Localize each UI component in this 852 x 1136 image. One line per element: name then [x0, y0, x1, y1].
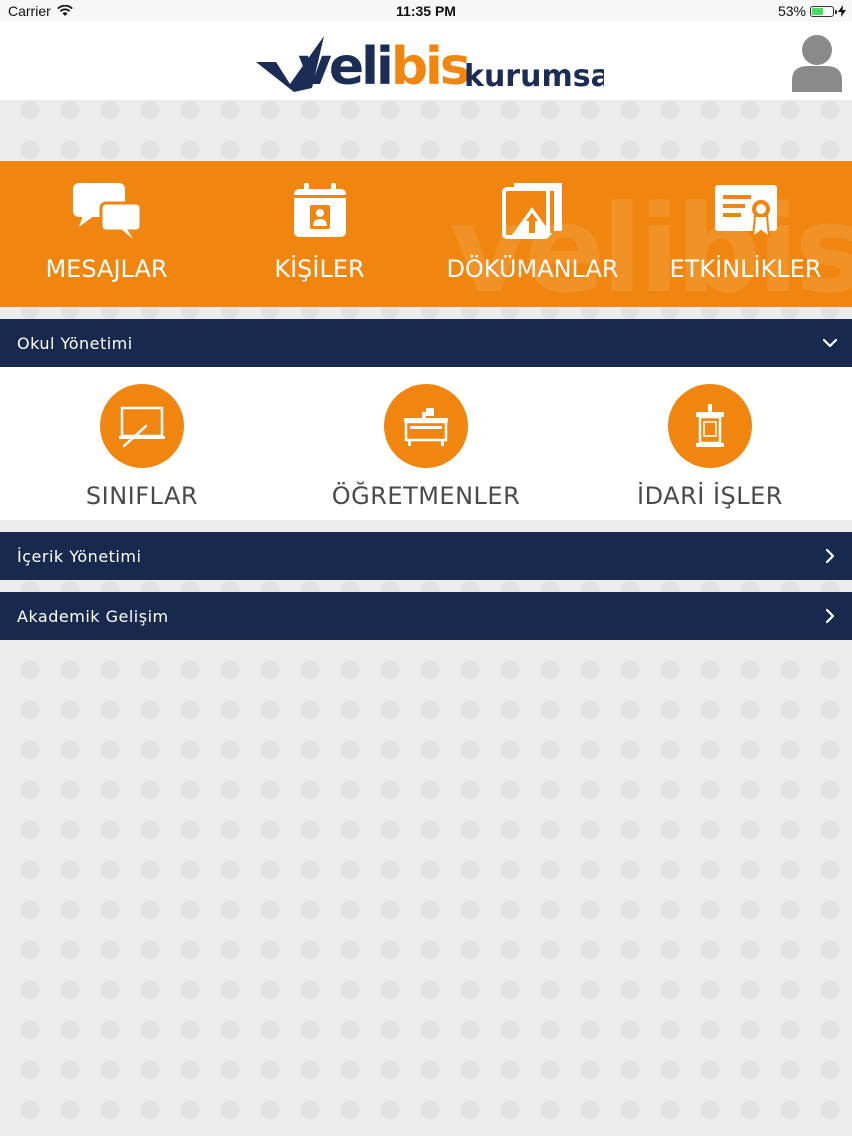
logo-main-text: velibis	[298, 37, 469, 96]
battery-percent: 53%	[777, 3, 806, 19]
administration-button[interactable]: İDARİ İŞLER	[568, 384, 852, 510]
logo-sub-text: kurumsal	[464, 59, 604, 94]
teachers-button[interactable]: ÖĞRETMENLER	[284, 384, 568, 510]
events-label: ETKİNLİKLER	[669, 255, 822, 283]
chevron-down-icon	[822, 338, 838, 348]
section-icerik-yonetimi[interactable]: İçerik Yönetimi	[0, 532, 852, 580]
section-title: İçerik Yönetimi	[17, 547, 142, 566]
status-time: 11:35 PM	[396, 3, 456, 19]
section-akademik-gelisim[interactable]: Akademik Gelişim	[0, 592, 852, 640]
battery-icon	[810, 5, 837, 17]
teachers-icon-circle	[384, 384, 468, 468]
contacts-calendar-icon	[293, 183, 346, 237]
documents-label: DÖKÜMANLAR	[446, 255, 619, 283]
classes-button[interactable]: SINIFLAR	[0, 384, 284, 510]
teacher-desk-icon	[404, 408, 448, 446]
administration-icon-circle	[668, 384, 752, 468]
contacts-label: KİŞİLER	[274, 255, 365, 283]
okul-yonetimi-panel: SINIFLAR ÖĞRETMENLER İDARİ İŞLER	[0, 367, 852, 520]
section-title: Akademik Gelişim	[17, 607, 169, 626]
classes-label: SINIFLAR	[85, 482, 199, 510]
messages-label: MESAJLAR	[45, 255, 168, 283]
chat-bubbles-icon	[72, 183, 142, 239]
chevron-right-icon	[825, 608, 835, 624]
charging-icon	[838, 5, 846, 17]
quick-actions-bar: velibis MESAJLAR KİŞİLER DÖKÜMANLAR ETKİ…	[0, 161, 852, 307]
status-bar: Carrier 11:35 PM 53%	[0, 0, 852, 22]
events-button[interactable]: ETKİNLİKLER	[639, 161, 852, 307]
chevron-right-icon	[825, 548, 835, 564]
administration-label: İDARİ İŞLER	[637, 482, 783, 510]
documents-button[interactable]: DÖKÜMANLAR	[426, 161, 639, 307]
section-okul-yonetimi[interactable]: Okul Yönetimi	[0, 319, 852, 367]
velibis-logo: velibis kurumsal	[256, 36, 604, 96]
messages-button[interactable]: MESAJLAR	[0, 161, 213, 307]
classes-icon-circle	[100, 384, 184, 468]
user-avatar-icon[interactable]	[790, 30, 844, 92]
section-title: Okul Yönetimi	[17, 334, 133, 353]
blackboard-icon	[119, 406, 165, 448]
app-header: velibis kurumsal	[0, 22, 852, 100]
battery-fill	[812, 7, 823, 15]
contacts-button[interactable]: KİŞİLER	[213, 161, 426, 307]
teachers-label: ÖĞRETMENLER	[331, 482, 521, 510]
certificate-icon	[714, 185, 777, 240]
podium-icon	[696, 404, 724, 447]
documents-upload-icon	[501, 183, 562, 239]
